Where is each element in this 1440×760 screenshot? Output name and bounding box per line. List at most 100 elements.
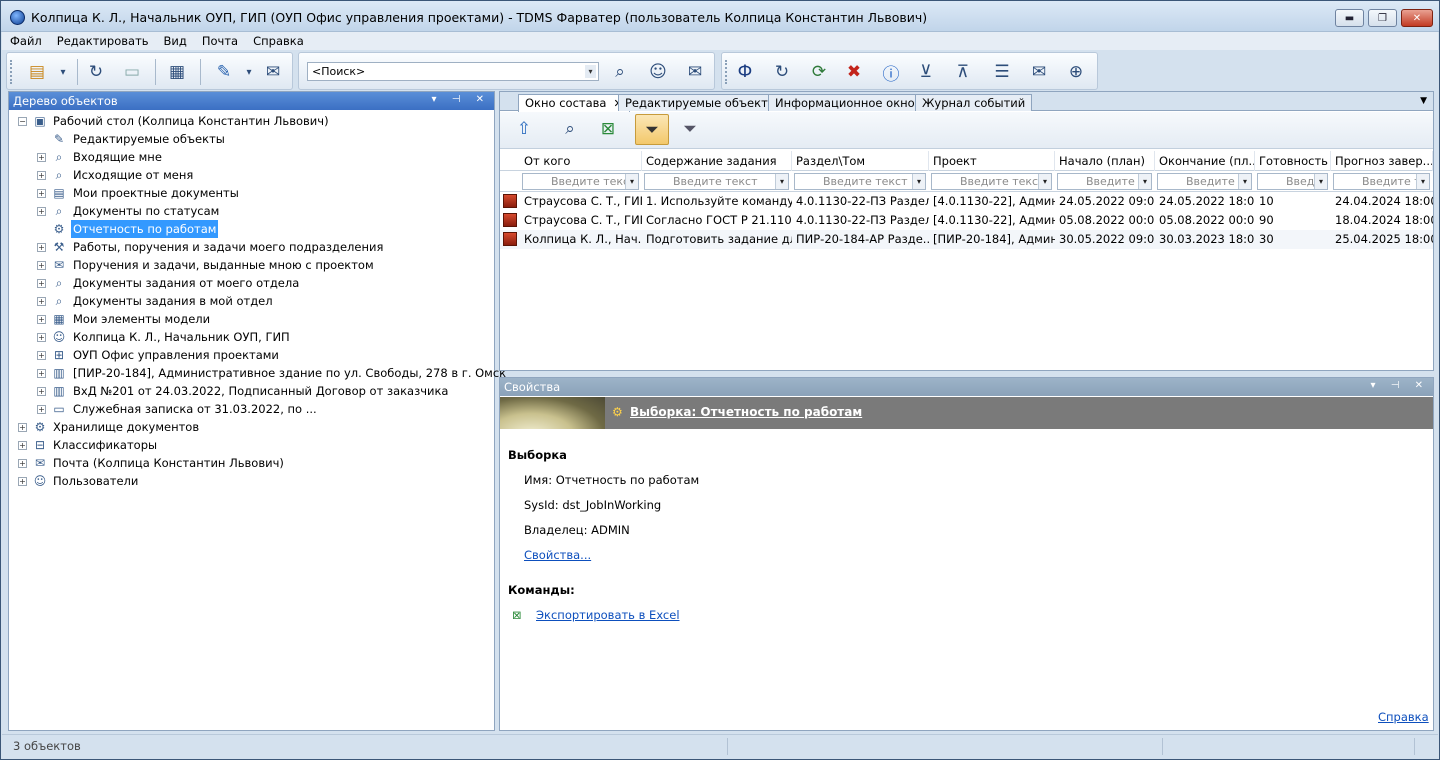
tree-node[interactable]: + ▥ [ПИР-20-184], Административное здание …	[9, 364, 506, 382]
tab-event-log[interactable]: Журнал событий	[915, 94, 1033, 111]
search-user-icon[interactable]: ☺	[646, 61, 670, 83]
column-header[interactable]: Проект	[929, 151, 1055, 171]
minimize-button[interactable]: ▬	[1335, 9, 1364, 27]
panel-controls[interactable]: ▾ ⊣ ✕	[432, 94, 490, 105]
column-filter-input[interactable]: Введите текст ▾	[794, 173, 926, 190]
column-filter-input[interactable]: Введите текс▾	[1157, 173, 1252, 190]
column-filter-input[interactable]: Введите текс▾	[1057, 173, 1152, 190]
sync-users-icon[interactable]: ⟳	[807, 61, 831, 83]
column-filter-input[interactable]: Введите текст ▾	[931, 173, 1052, 190]
tab-edited-objects[interactable]: Редактируемые объекты	[618, 94, 784, 111]
tree-node[interactable]: + ▦ Мои элементы модели	[9, 310, 494, 328]
table-row[interactable]: Страусова С. Т., ГИП 1. Используйте коман…	[500, 192, 1433, 211]
tree-expander-icon[interactable]: −	[18, 117, 27, 126]
search-folder-icon[interactable]: ⌕	[608, 61, 632, 83]
messages-icon[interactable]: ☰	[990, 61, 1014, 83]
column-header[interactable]: От кого	[520, 151, 642, 171]
compose-message-icon[interactable]: ✎	[212, 61, 236, 83]
tree-node[interactable]: + ⌕ Документы по статусам	[9, 202, 494, 220]
tree-node[interactable]: + ⌕ Входящие мне	[9, 148, 494, 166]
tab-composition[interactable]: Окно состава✕	[518, 94, 630, 112]
column-filter-input[interactable]: Введите текст ▾	[522, 173, 639, 190]
tree-expander-icon[interactable]: +	[37, 171, 46, 180]
disconnect-icon[interactable]: ✖	[842, 61, 866, 83]
column-header[interactable]: Готовность	[1255, 151, 1331, 171]
toolbar-grip[interactable]	[725, 60, 728, 84]
fairway-logo-icon[interactable]: Ф	[733, 61, 757, 83]
menu-help[interactable]: Справка	[245, 32, 311, 50]
tree-expander-icon[interactable]: +	[37, 207, 46, 216]
help-link[interactable]: Справка	[1378, 710, 1429, 724]
checkout-icon[interactable]: ⊼	[951, 61, 975, 83]
tree-node[interactable]: + ✉ Поручения и задачи, выданные мною с пр…	[9, 256, 494, 274]
tree-expander-icon[interactable]: +	[18, 459, 27, 468]
column-filter-input[interactable]: Введите текс▾	[1333, 173, 1430, 190]
column-filter-input[interactable]: Введите▾	[1257, 173, 1328, 190]
tree-search-icon[interactable]: ⌕	[558, 118, 582, 140]
tree-node[interactable]: + ⊞ ОУП Офис управления проектами	[9, 346, 494, 364]
filter-dropdown-icon[interactable]: ▾	[1314, 174, 1327, 189]
tree-expander-icon[interactable]: +	[37, 387, 46, 396]
tree-expander-icon[interactable]: +	[18, 477, 27, 486]
tree-node[interactable]: + ☺ Колпица К. Л., Начальник ОУП, ГИП	[9, 328, 494, 346]
table-row[interactable]: Страусова С. Т., ГИП Согласно ГОСТ Р 21.1…	[500, 211, 1433, 230]
table-row[interactable]: Колпица К. Л., Нач... Подготовить задание…	[500, 230, 1433, 249]
filter-toggle-icon[interactable]: ⏷	[635, 114, 669, 145]
filter-dropdown-icon[interactable]: ▾	[912, 174, 925, 189]
tree-expander-icon[interactable]: +	[18, 441, 27, 450]
tree-expander-icon[interactable]: +	[37, 333, 46, 342]
menu-edit[interactable]: Редактировать	[49, 32, 156, 50]
new-object-dropdown-icon[interactable]: ▾	[58, 61, 68, 83]
up-arrow-icon[interactable]: ⇧	[512, 118, 536, 140]
menu-mail[interactable]: Почта	[194, 32, 245, 50]
tab-list-dropdown-icon[interactable]: ▼	[1420, 96, 1427, 106]
tree-expander-icon[interactable]: +	[37, 369, 46, 378]
toolbar-grip[interactable]	[10, 60, 13, 84]
tree-expander-icon[interactable]: +	[37, 261, 46, 270]
properties-link[interactable]: Свойства...	[524, 548, 591, 562]
menu-view[interactable]: Вид	[156, 32, 194, 50]
filter-settings-icon[interactable]: ⏷	[678, 118, 702, 140]
export-excel-icon[interactable]: ⊠	[596, 118, 620, 140]
filter-dropdown-icon[interactable]: ▾	[1038, 174, 1051, 189]
tree-expander-icon[interactable]: +	[37, 279, 46, 288]
clipboard-icon[interactable]: ▦	[165, 61, 189, 83]
filter-dropdown-icon[interactable]: ▾	[1138, 174, 1151, 189]
tree-node[interactable]: + ⚙ Хранилище документов	[9, 418, 494, 436]
tree-node[interactable]: ⚙ Отчетность по работам	[9, 220, 494, 238]
refresh-all-icon[interactable]: ↻	[770, 61, 794, 83]
export-excel-link[interactable]: Экспортировать в Excel	[536, 608, 680, 622]
tree-expander-icon[interactable]: +	[37, 189, 46, 198]
tree-expander-icon[interactable]: +	[37, 243, 46, 252]
maximize-button[interactable]: ❐	[1368, 9, 1397, 27]
properties-card-icon[interactable]: ▭	[120, 61, 144, 83]
tree-node[interactable]: + ⌕ Документы задания в мой отдел	[9, 292, 494, 310]
tree-node[interactable]: + ▤ Мои проектные документы	[9, 184, 494, 202]
tree-node[interactable]: − ▣ Рабочий стол (Колпица Константин Львов…	[9, 112, 494, 130]
tree-node[interactable]: + ✉ Почта (Колпица Константин Львович)	[9, 454, 494, 472]
column-header[interactable]: Начало (план)	[1055, 151, 1155, 171]
tree-expander-icon[interactable]: +	[37, 405, 46, 414]
new-object-icon[interactable]: ▤	[25, 61, 49, 83]
checkin-icon[interactable]: ⊻	[914, 61, 938, 83]
tree-node[interactable]: + ⚒ Работы, поручения и задачи моего подра…	[9, 238, 494, 256]
refresh-icon[interactable]: ↻	[84, 61, 108, 83]
filter-dropdown-icon[interactable]: ▾	[775, 174, 788, 189]
tree-node[interactable]: + ☺ Пользователи	[9, 472, 494, 490]
column-filter-input[interactable]: Введите текст ▾	[644, 173, 789, 190]
info-icon[interactable]: ⓘ	[879, 61, 903, 85]
column-header[interactable]: Содержание задания	[642, 151, 792, 171]
tree-node[interactable]: + ⌕ Исходящие от меня	[9, 166, 494, 184]
filter-dropdown-icon[interactable]: ▾	[1238, 174, 1251, 189]
tree-node[interactable]: + ▭ Служебная записка от 31.03.2022, по ..…	[9, 400, 494, 418]
globe-icon[interactable]: ⊕	[1064, 61, 1088, 83]
tree-expander-icon[interactable]: +	[37, 315, 46, 324]
tree-expander-icon[interactable]: +	[37, 297, 46, 306]
tree-node[interactable]: + ⌕ Документы задания от моего отдела	[9, 274, 494, 292]
close-button[interactable]: ✕	[1401, 9, 1433, 27]
tree-expander-icon[interactable]: +	[18, 423, 27, 432]
filter-dropdown-icon[interactable]: ▾	[625, 174, 638, 189]
tree-node[interactable]: + ▥ ВхД №201 от 24.03.2022, Подписанный До…	[9, 382, 494, 400]
search-mail-icon[interactable]: ✉	[683, 61, 707, 83]
column-header[interactable]: Раздел\Том	[792, 151, 929, 171]
